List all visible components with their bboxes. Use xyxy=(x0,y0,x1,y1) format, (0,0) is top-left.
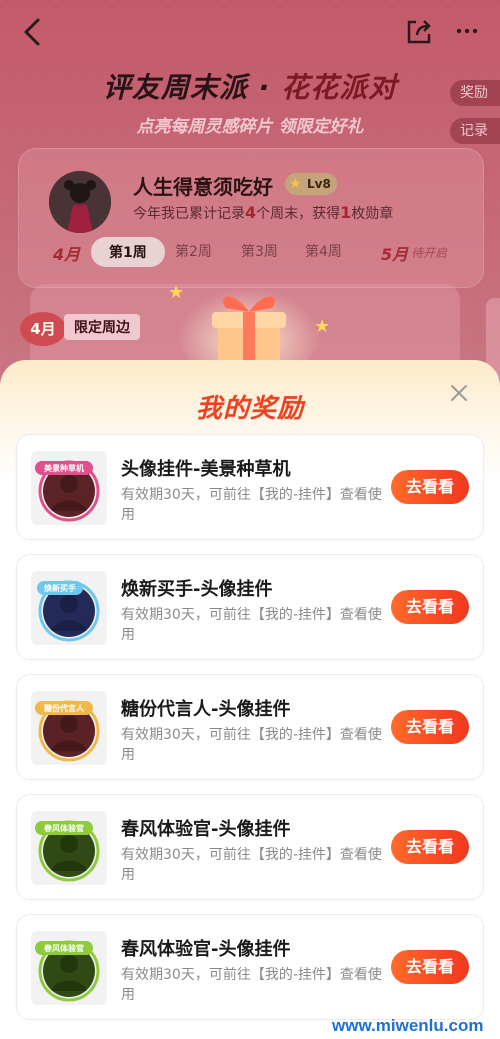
top-bar xyxy=(0,0,500,64)
reward-card: 焕新买手 焕新买手-头像挂件 有效期30天，可前往【我的-挂件】查看使用 去看看 xyxy=(16,554,484,660)
tab-week-2[interactable]: 第2周 xyxy=(175,241,212,261)
svg-text:春风体验官: 春风体验官 xyxy=(44,943,84,953)
user-stats: 今年我已累计记录4个周末，获得1枚勋章 xyxy=(133,203,393,223)
avatar-frame-icon: 焕新买手 xyxy=(37,580,100,642)
reward-name: 头像挂件-美景种草机 xyxy=(121,459,291,480)
side-tab-rewards[interactable]: 奖励 xyxy=(450,80,500,106)
tab-week-4[interactable]: 第4周 xyxy=(305,241,342,261)
reward-name: 糖份代言人-头像挂件 xyxy=(121,699,291,720)
reward-card: 春风体验官 春风体验官-头像挂件 有效期30天，可前往【我的-挂件】查看使用 去… xyxy=(16,794,484,900)
reward-name: 焕新买手-头像挂件 xyxy=(121,579,273,600)
stats-middle: 个周末，获得 xyxy=(256,206,341,222)
share-icon[interactable] xyxy=(404,16,434,46)
star-icon: ★ xyxy=(314,316,331,337)
reward-name: 春风体验官-头像挂件 xyxy=(121,819,291,840)
back-icon[interactable] xyxy=(18,16,46,48)
svg-text:焕新买手: 焕新买手 xyxy=(44,583,76,593)
avatar-frame-icon: 美景种草机 xyxy=(35,460,100,522)
svg-text:春风体验官: 春风体验官 xyxy=(44,823,84,833)
month-next: 5月 xyxy=(381,245,409,264)
reward-thumbnail: 糖份代言人 xyxy=(31,691,107,765)
reward-description: 有效期30天，可前往【我的-挂件】查看使用 xyxy=(121,847,382,883)
stats-badges: 1 xyxy=(340,203,352,222)
month-current: 4月 xyxy=(53,245,81,264)
watermark: www.miwenlu.com xyxy=(332,1016,484,1035)
month-next-status: 待开启 xyxy=(411,246,448,260)
svg-text:美景种草机: 美景种草机 xyxy=(44,463,84,473)
avatar-image xyxy=(49,171,111,233)
stats-weeks: 4 xyxy=(245,203,257,222)
reward-description: 有效期30天，可前往【我的-挂件】查看使用 xyxy=(121,727,382,763)
more-icon[interactable] xyxy=(452,16,482,46)
modal-title: 我的奖励 xyxy=(195,394,304,424)
rewards-modal: 我的奖励 美景种草机 头像挂件-美景种草机 有效期30天，可前往【我的-挂件】查… xyxy=(0,360,500,1039)
side-tab-records[interactable]: 记录 xyxy=(450,118,500,144)
week-selector: 4月 第1周 第2周 第3周 第4周 5月 待开启 xyxy=(19,237,485,269)
view-button[interactable]: 去看看 xyxy=(391,950,469,984)
reward-description: 有效期30天，可前往【我的-挂件】查看使用 xyxy=(121,607,382,643)
avatar-frame-icon: 春风体验官 xyxy=(35,820,100,882)
event-subtitle: 点亮每周灵感碎片 领限定好礼 xyxy=(136,117,364,137)
reward-thumbnail: 春风体验官 xyxy=(31,811,107,885)
event-title-part2: 花花派对 xyxy=(281,71,398,104)
avatar-frame-icon: 糖份代言人 xyxy=(35,700,100,762)
event-title-part1: 评友周末派 · xyxy=(102,71,282,104)
view-button[interactable]: 去看看 xyxy=(391,590,469,624)
view-button[interactable]: 去看看 xyxy=(391,710,469,744)
avatar[interactable] xyxy=(49,171,111,233)
month-badge: 4月 xyxy=(20,312,66,346)
level-badge: Lv8 xyxy=(285,173,337,195)
stats-suffix: 枚勋章 xyxy=(351,206,394,222)
view-button[interactable]: 去看看 xyxy=(391,830,469,864)
tab-week-1[interactable]: 第1周 xyxy=(91,237,165,267)
svg-text:糖份代言人: 糖份代言人 xyxy=(44,703,85,713)
event-title: 评友周末派 · 花花派对 xyxy=(0,66,500,106)
user-name: 人生得意须吃好 xyxy=(133,175,273,199)
reward-thumbnail: 焕新买手 xyxy=(31,571,107,645)
reward-card: 美景种草机 头像挂件-美景种草机 有效期30天，可前往【我的-挂件】查看使用 去… xyxy=(16,434,484,540)
reward-thumbnail: 春风体验官 xyxy=(31,931,107,1005)
tab-week-3[interactable]: 第3周 xyxy=(241,241,278,261)
star-icon: ★ xyxy=(168,282,185,303)
reward-thumbnail: 美景种草机 xyxy=(31,451,107,525)
user-card: 人生得意须吃好 Lv8 今年我已累计记录4个周末，获得1枚勋章 4月 第1周 第… xyxy=(18,148,484,288)
reward-description: 有效期30天，可前往【我的-挂件】查看使用 xyxy=(121,967,382,1003)
peek-label: 限定周边 xyxy=(64,314,140,340)
reward-card: 春风体验官 春风体验官-头像挂件 有效期30天，可前往【我的-挂件】查看使用 去… xyxy=(16,914,484,1020)
avatar-frame-icon: 春风体验官 xyxy=(35,940,100,1002)
stats-prefix: 今年我已累计记录 xyxy=(133,206,245,222)
reward-description: 有效期30天，可前往【我的-挂件】查看使用 xyxy=(121,487,382,523)
reward-name: 春风体验官-头像挂件 xyxy=(121,939,291,960)
reward-card: 糖份代言人 糖份代言人-头像挂件 有效期30天，可前往【我的-挂件】查看使用 去… xyxy=(16,674,484,780)
close-icon[interactable] xyxy=(448,382,470,404)
view-button[interactable]: 去看看 xyxy=(391,470,469,504)
